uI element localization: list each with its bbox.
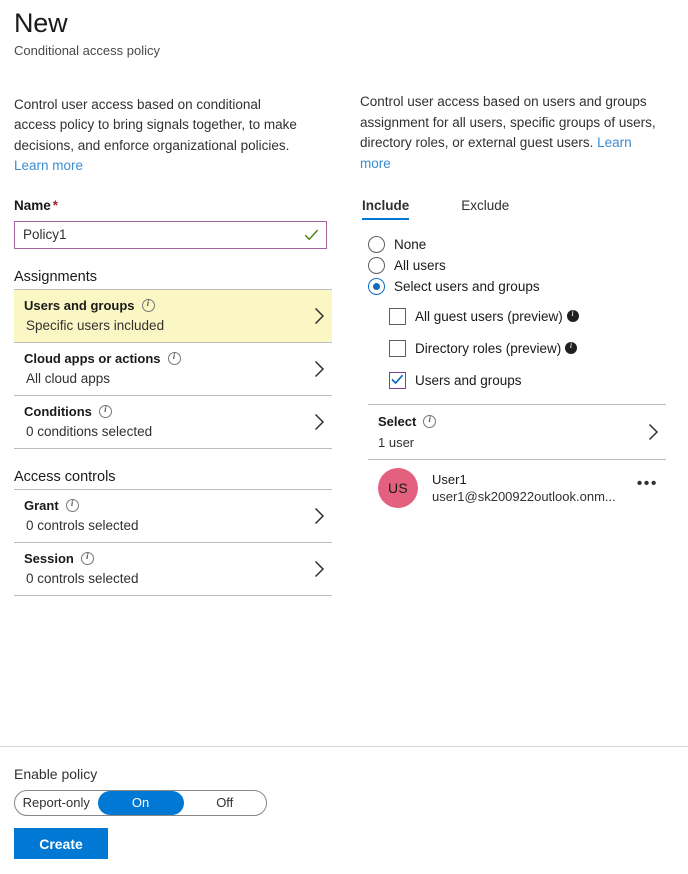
assignment-row-value: 0 conditions selected [26, 423, 153, 439]
checkbox-label: Users and groups [415, 373, 522, 389]
info-icon[interactable] [98, 404, 112, 418]
policy-intro-body: Control user access based on conditional… [14, 96, 297, 153]
tab-include[interactable]: Include [362, 198, 410, 221]
checkbox-label: Directory roles (preview) [415, 340, 578, 357]
required-asterisk: * [52, 197, 59, 213]
info-icon[interactable] [423, 414, 437, 429]
chevron-right-icon [314, 307, 325, 325]
more-options-icon[interactable]: ••• [635, 475, 660, 501]
checkbox-label: All guest users (preview) [415, 308, 579, 325]
access-controls-row-list: Grant 0 controls selected Session 0 cont… [14, 488, 332, 596]
name-input[interactable] [15, 221, 326, 248]
control-row-grant[interactable]: Grant 0 controls selected [14, 488, 332, 542]
assignment-row-title: Cloud apps or actions [24, 351, 302, 366]
name-input-wrapper [14, 220, 327, 249]
control-row-session[interactable]: Session 0 controls selected [14, 541, 332, 596]
users-and-groups-panel: Control user access based on users and g… [360, 0, 680, 516]
info-icon[interactable] [65, 498, 79, 512]
radio-option-select-users-and-groups[interactable]: Select users and groups [368, 278, 680, 296]
assignment-row-value: Specific users included [26, 317, 165, 333]
assignment-row-conditions[interactable]: Conditions 0 conditions selected [14, 394, 332, 449]
checkbox-checked-icon[interactable] [389, 372, 406, 390]
chevron-right-icon [314, 507, 325, 525]
selected-user-list-item[interactable]: US User1 user1@sk200922outlook.onm... ••… [368, 460, 666, 516]
select-row-value: 1 user [378, 435, 415, 451]
users-intro-text: Control user access based on users and g… [360, 92, 660, 174]
checkbox-label-text: Directory roles (preview) [415, 341, 562, 357]
enable-policy-label: Enable policy [14, 766, 98, 782]
name-label-text: Name [14, 197, 51, 213]
checkbox-row-directory-roles[interactable]: Directory roles (preview) [389, 340, 680, 358]
chevron-right-icon [314, 413, 325, 431]
assignment-row-title: Users and groups [24, 298, 302, 313]
checkbox-icon[interactable] [389, 308, 406, 326]
policy-config-column: New Conditional access policy Control us… [14, 0, 339, 596]
assignment-row-users-and-groups[interactable]: Users and groups Specific users included [14, 288, 332, 342]
info-icon[interactable] [141, 298, 155, 312]
radio-selected-icon[interactable] [368, 278, 385, 296]
user-meta: User1 user1@sk200922outlook.onm... [432, 472, 635, 504]
radio-label: None [394, 237, 427, 253]
toggle-option-off[interactable]: Off [184, 791, 267, 815]
radio-icon[interactable] [368, 257, 385, 275]
toggle-option-report-only[interactable]: Report-only [15, 791, 98, 815]
assignment-row-title-text: Cloud apps or actions [24, 350, 161, 366]
assignment-scope-radio-group: None All users Select users and groups [360, 236, 680, 296]
radio-label: All users [394, 258, 446, 274]
checkbox-label-text: All guest users (preview) [415, 309, 563, 325]
radio-icon[interactable] [368, 236, 385, 254]
info-icon[interactable] [80, 551, 94, 565]
radio-option-all-users[interactable]: All users [368, 257, 680, 275]
policy-intro-text: Control user access based on conditional… [14, 95, 304, 177]
user-display-name: User1 [432, 472, 467, 488]
chevron-right-icon [314, 360, 325, 378]
control-row-value: 0 controls selected [26, 570, 139, 586]
tab-exclude[interactable]: Exclude [461, 198, 509, 220]
page-title: New [14, 8, 68, 38]
assignments-row-list: Users and groups Specific users included… [14, 288, 332, 449]
include-exclude-tabs: Include Exclude [360, 198, 680, 221]
create-button[interactable]: Create [14, 828, 108, 859]
assignment-row-cloud-apps-or-actions[interactable]: Cloud apps or actions All cloud apps [14, 341, 332, 395]
assignments-heading: Assignments [14, 268, 98, 285]
assignment-row-title: Conditions [24, 404, 302, 419]
info-icon[interactable] [565, 340, 578, 355]
enable-policy-toggle[interactable]: Report-only On Off [14, 790, 267, 816]
control-row-value: 0 controls selected [26, 517, 139, 533]
select-users-row[interactable]: Select 1 user [368, 405, 666, 459]
assignment-row-title-text: Conditions [24, 403, 92, 419]
control-row-title: Session [24, 551, 302, 566]
control-row-title-text: Session [24, 550, 74, 566]
info-icon[interactable] [167, 351, 181, 365]
access-controls-heading: Access controls [14, 468, 116, 485]
chevron-right-icon [314, 560, 325, 578]
checkbox-icon[interactable] [389, 340, 406, 358]
policy-learn-more-link[interactable]: Learn more [14, 158, 83, 173]
scope-checkbox-group: All guest users (preview) Directory role… [360, 308, 680, 390]
info-icon[interactable] [566, 308, 579, 323]
avatar: US [378, 468, 418, 509]
assignment-row-value: All cloud apps [26, 370, 111, 386]
toggle-option-on[interactable]: On [97, 791, 184, 815]
select-row-title: Select [378, 414, 636, 429]
control-row-title-text: Grant [24, 497, 59, 513]
validation-check-icon [304, 228, 319, 241]
radio-label: Select users and groups [394, 279, 540, 295]
user-email: user1@sk200922outlook.onm... [432, 489, 616, 505]
conditional-access-policy-blade: New Conditional access policy Control us… [0, 0, 688, 874]
select-row-title-text: Select [378, 414, 417, 430]
control-row-title: Grant [24, 498, 302, 513]
radio-option-none[interactable]: None [368, 236, 680, 254]
checkbox-row-users-and-groups[interactable]: Users and groups [389, 372, 680, 390]
checkbox-row-all-guest-users[interactable]: All guest users (preview) [389, 308, 680, 326]
name-field-label: Name * [14, 198, 339, 213]
chevron-right-icon [648, 423, 659, 441]
page-subtitle: Conditional access policy [14, 42, 160, 58]
assignment-row-title-text: Users and groups [24, 297, 135, 313]
footer-bar: Enable policy Report-only On Off Create [14, 766, 414, 859]
footer-divider [0, 746, 688, 747]
